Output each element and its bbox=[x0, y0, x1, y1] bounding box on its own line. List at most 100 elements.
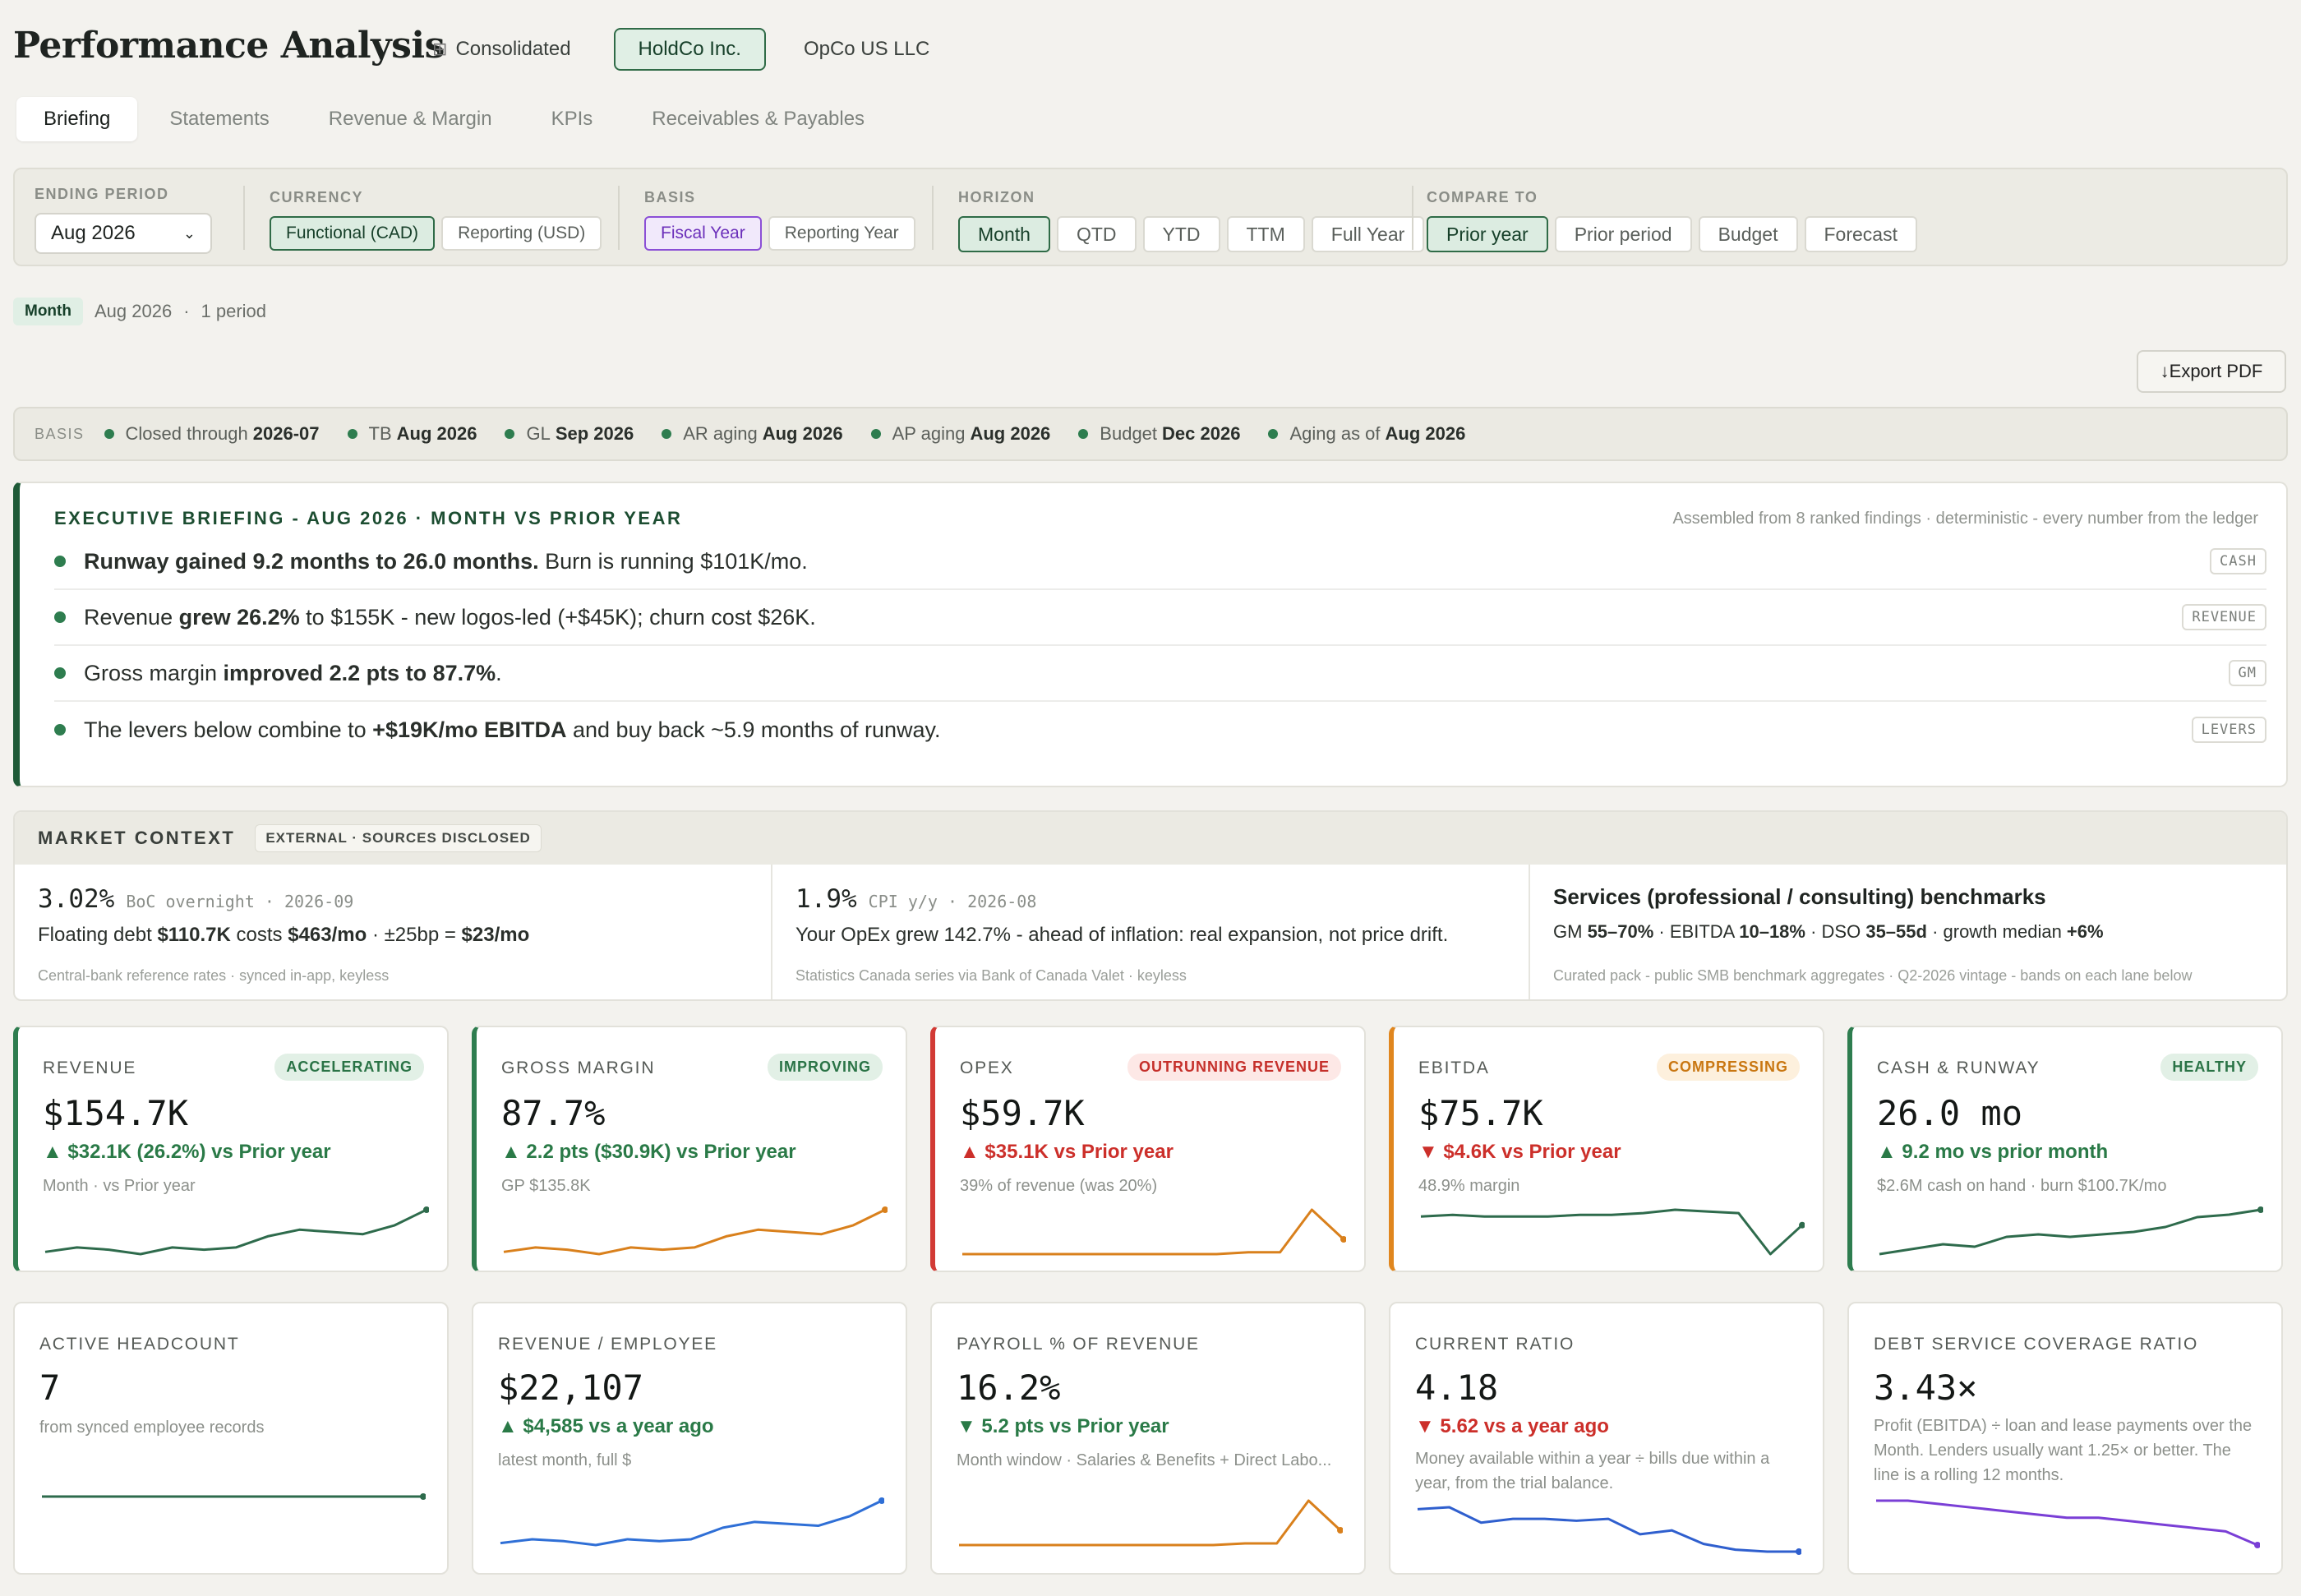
kpi-card-gross-margin[interactable]: GROSS MARGIN IMPROVING 87.7% ▲ 2.2 pts (… bbox=[472, 1026, 907, 1272]
sparkline-path bbox=[503, 1208, 886, 1256]
sparkline bbox=[44, 1206, 429, 1256]
market-benchmark-card: Services (professional / consulting) ben… bbox=[1530, 865, 2286, 999]
kpi-card-revenue[interactable]: REVENUE ACCELERATING $154.7K ▲ $32.1K (2… bbox=[13, 1026, 449, 1272]
entity-label: OpCo US LLC bbox=[803, 38, 930, 60]
basis-strip: BASIS Closed through 2026-07 TB Aug 2026 G… bbox=[13, 407, 2288, 461]
horizon-ttm[interactable]: TTM bbox=[1226, 216, 1305, 252]
currency-functional[interactable]: Functional (CAD) bbox=[270, 216, 436, 251]
ending-period-label: ENDING PERIOD bbox=[35, 186, 169, 202]
grid-icon: ⊞ bbox=[432, 39, 448, 59]
sparkline bbox=[1876, 1499, 2260, 1548]
market-emphasis: +6% bbox=[2066, 921, 2104, 942]
kpi-value: $22,107 bbox=[498, 1368, 644, 1408]
basis-reporting-year[interactable]: Reporting Year bbox=[768, 216, 915, 251]
finding-text: The levers below combine to bbox=[84, 717, 373, 742]
kpi-card-cash-runway[interactable]: CASH & RUNWAY HEALTHY 26.0 mo ▲ 9.2 mo v… bbox=[1847, 1026, 2283, 1272]
tab-kpis[interactable]: KPIs bbox=[524, 97, 620, 141]
cpi-value: 1.9% bbox=[795, 884, 857, 914]
entity-consolidated[interactable]: ⊞ Consolidated bbox=[408, 28, 596, 71]
kpi-card-payroll-pct-revenue[interactable]: PAYROLL % OF REVENUE 16.2% ▼ 5.2 pts vs … bbox=[930, 1302, 1366, 1575]
currency-reporting[interactable]: Reporting (USD) bbox=[441, 216, 602, 251]
kpi-value: 16.2% bbox=[957, 1368, 1061, 1408]
kpi-title: PAYROLL % OF REVENUE bbox=[957, 1335, 1200, 1354]
sparkline-endpoint bbox=[420, 1493, 426, 1500]
entity-opco[interactable]: OpCo US LLC bbox=[779, 28, 954, 71]
basis-item-value: Sep 2026 bbox=[555, 423, 634, 444]
sparkline-path bbox=[1876, 1499, 2258, 1547]
export-pdf-button[interactable]: ↓Export PDF bbox=[2137, 350, 2286, 393]
ending-period-select[interactable]: Aug 2026 ⌄ bbox=[35, 213, 212, 254]
tab-revenue-margin[interactable]: Revenue & Margin bbox=[302, 97, 519, 141]
currency-label: CURRENCY bbox=[270, 189, 364, 205]
kpi-delta: ▲ $32.1K (26.2%) vs Prior year bbox=[43, 1141, 331, 1163]
compare-forecast[interactable]: Forecast bbox=[1804, 216, 1917, 252]
entity-holdco[interactable]: HoldCo Inc. bbox=[613, 28, 766, 71]
compare-prior-period[interactable]: Prior period bbox=[1554, 216, 1692, 252]
kpi-subtext: GP $135.8K bbox=[501, 1177, 591, 1195]
status-dot-icon bbox=[870, 429, 881, 439]
basis-item-label: GL bbox=[526, 423, 551, 444]
kpi-subtext: Money available within a year ÷ bills du… bbox=[1415, 1450, 1770, 1492]
horizon-group: HORIZON Month QTD YTD TTM Full Year bbox=[958, 189, 1425, 252]
compare-budget[interactable]: Budget bbox=[1698, 216, 1798, 252]
kpi-subtext: Profit (EBITDA) ÷ loan and lease payment… bbox=[1874, 1417, 2253, 1484]
horizon-ytd[interactable]: YTD bbox=[1142, 216, 1220, 252]
finding-text: . bbox=[496, 660, 502, 685]
basis-item: AP aging Aug 2026 bbox=[870, 423, 1051, 445]
kpi-subtext: Month · vs Prior year bbox=[43, 1177, 196, 1195]
period-sep: · bbox=[183, 301, 190, 321]
finding-tag: LEVERS bbox=[2191, 717, 2266, 743]
kpi-card-revenue-per-employee[interactable]: REVENUE / EMPLOYEE $22,107 ▲ $4,585 vs a… bbox=[472, 1302, 907, 1575]
horizon-qtd[interactable]: QTD bbox=[1056, 216, 1137, 252]
kpi-title: CURRENT RATIO bbox=[1415, 1335, 1575, 1354]
compare-label: COMPARE TO bbox=[1427, 189, 1538, 205]
kpi-subtext: Month window · Salaries & Benefits + Dir… bbox=[957, 1451, 1332, 1469]
compare-prior-year[interactable]: Prior year bbox=[1427, 216, 1548, 252]
status-dot-icon bbox=[104, 429, 114, 439]
status-dot-icon bbox=[1268, 429, 1279, 439]
bullet-icon bbox=[54, 667, 66, 679]
divider bbox=[932, 186, 934, 250]
kpi-title: GROSS MARGIN bbox=[501, 1059, 656, 1077]
kpi-card-opex[interactable]: OPEX OUTRUNNING REVENUE $59.7K ▲ $35.1K … bbox=[930, 1026, 1366, 1272]
kpi-title: CASH & RUNWAY bbox=[1877, 1059, 2040, 1077]
market-text: · EBITDA bbox=[1653, 921, 1740, 942]
kpi-subtext: from synced employee records bbox=[39, 1418, 265, 1437]
finding-tag: REVENUE bbox=[2182, 604, 2266, 630]
finding-emphasis: +$19K/mo EBITDA bbox=[372, 717, 567, 742]
kpi-subtext: latest month, full $ bbox=[498, 1451, 632, 1469]
kpi-card-active-headcount[interactable]: ACTIVE HEADCOUNT 7 from synced employee … bbox=[13, 1302, 449, 1575]
basis-fiscal-year[interactable]: Fiscal Year bbox=[644, 216, 762, 251]
briefing-note: Assembled from 8 ranked findings · deter… bbox=[1672, 510, 2258, 528]
rate-value: 3.02% bbox=[38, 884, 115, 914]
kpi-value: $59.7K bbox=[960, 1093, 1085, 1133]
bullet-icon bbox=[54, 611, 66, 623]
basis-item-label: Aging as of bbox=[1289, 423, 1381, 444]
kpi-card-current-ratio[interactable]: CURRENT RATIO 4.18 ▼ 5.62 vs a year ago … bbox=[1389, 1302, 1824, 1575]
kpi-title: OPEX bbox=[960, 1059, 1014, 1077]
market-emphasis: 10–18% bbox=[1739, 921, 1805, 942]
divider bbox=[243, 186, 245, 250]
basis-group: BASIS Fiscal Year Reporting Year bbox=[644, 189, 915, 251]
tab-receivables-payables[interactable]: Receivables & Payables bbox=[625, 97, 892, 141]
kpi-card-dscr[interactable]: DEBT SERVICE COVERAGE RATIO 3.43× Profit… bbox=[1847, 1302, 2283, 1575]
horizon-month[interactable]: Month bbox=[958, 216, 1050, 252]
tab-briefing[interactable]: Briefing bbox=[16, 97, 138, 141]
status-badge: HEALTHY bbox=[2160, 1054, 2258, 1081]
basis-item-value: Aug 2026 bbox=[970, 423, 1051, 444]
sparkline-path bbox=[44, 1208, 427, 1256]
basis-item: Closed through 2026-07 bbox=[104, 423, 320, 445]
tab-statements[interactable]: Statements bbox=[142, 97, 296, 141]
horizon-label: HORIZON bbox=[958, 189, 1035, 205]
kpi-card-ebitda[interactable]: EBITDA COMPRESSING $75.7K ▼ $4.6K vs Pri… bbox=[1389, 1026, 1824, 1272]
sparkline-path bbox=[1879, 1208, 2262, 1256]
basis-item-value: Aug 2026 bbox=[762, 423, 843, 444]
horizon-full-year[interactable]: Full Year bbox=[1311, 216, 1425, 252]
sparkline-path bbox=[500, 1499, 883, 1547]
kpi-title: DEBT SERVICE COVERAGE RATIO bbox=[1874, 1335, 2199, 1354]
basis-label: BASIS bbox=[644, 189, 696, 205]
basis-strip-label: BASIS bbox=[35, 425, 85, 442]
sparkline-path bbox=[962, 1208, 1345, 1256]
market-emphasis: $23/mo bbox=[461, 924, 530, 946]
ending-period-value: Aug 2026 bbox=[51, 222, 136, 244]
